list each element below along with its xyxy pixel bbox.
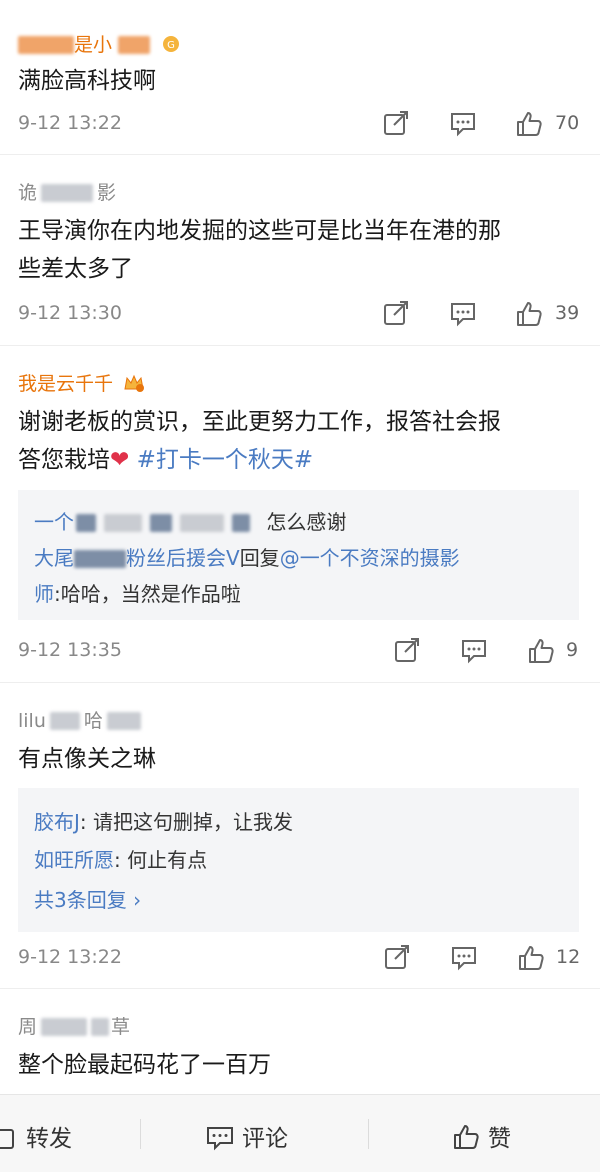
like-icon[interactable] xyxy=(517,944,545,972)
comment-time: 9-12 13:30 xyxy=(18,302,122,324)
comment-text: 有点像关之琳 xyxy=(18,746,156,772)
comment-text: 谢谢老板的赏识，至此更努力工作，报答社会报 答您栽培❤ #打卡一个秋天# xyxy=(18,409,501,473)
comment-4: lilu 哈 有点像关之琳 胶布J: 请把这句删掉，让我发 如旺所愿: 何止有点 … xyxy=(0,682,600,989)
reply-icon[interactable] xyxy=(449,300,477,328)
thumbs-up-icon xyxy=(454,1125,479,1149)
reply-line: 一个 怎么感谢 xyxy=(34,510,347,534)
heart-emoji: ❤ xyxy=(110,447,130,473)
comment-3: 我是云千千 谢谢老板的赏识，至此更努力工作，报答社会报 答您栽培❤ #打卡一个秋… xyxy=(0,345,600,683)
blurred-username xyxy=(49,712,80,730)
reply-box[interactable]: 一个 怎么感谢 大尾 粉丝后援会V回复@一个不资深的摄影 师:哈哈，当然是作品啦 xyxy=(18,490,579,620)
like-icon[interactable] xyxy=(515,300,543,328)
blurred-username xyxy=(106,712,141,730)
blurred-username xyxy=(18,36,74,54)
comment-username[interactable]: lilu 哈 xyxy=(18,706,141,733)
blurred-username xyxy=(150,514,172,532)
comment-username[interactable]: 诡影 xyxy=(18,178,116,205)
comment-meta: 9-12 13:22 70 xyxy=(0,110,600,140)
reply-icon[interactable] xyxy=(460,637,488,665)
more-replies-link[interactable]: 共3条回复 › xyxy=(34,884,569,913)
comment-time: 9-12 13:22 xyxy=(18,112,122,134)
like-count: 39 xyxy=(555,302,580,324)
comment-text: 整个脸最起码花了一百万 xyxy=(18,1052,271,1078)
like-icon[interactable] xyxy=(527,637,555,665)
blurred-username xyxy=(76,514,96,532)
bar-divider xyxy=(368,1119,369,1149)
hashtag-link[interactable]: #打卡一个秋天# xyxy=(137,447,314,473)
comment-text: 满脸高科技啊 xyxy=(18,68,156,94)
comment-meta: 9-12 13:22 12 xyxy=(0,944,600,974)
comment-icon xyxy=(207,1127,233,1151)
comment-username[interactable]: 周草 xyxy=(18,1012,130,1039)
like-icon[interactable] xyxy=(515,110,543,138)
like-count: 70 xyxy=(555,112,580,134)
share-icon[interactable] xyxy=(393,637,421,665)
reply-box[interactable]: 胶布J: 请把这句删掉，让我发 如旺所愿: 何止有点 共3条回复 › xyxy=(18,788,579,932)
blurred-username xyxy=(41,1018,88,1036)
comment-2: 诡影 王导演你在内地发掘的这些可是比当年在港的那 些差太多了 9-12 13:3… xyxy=(0,154,600,346)
repost-button[interactable]: 转发 xyxy=(0,1119,72,1152)
bar-divider xyxy=(140,1119,141,1149)
bottom-action-bar: 转发 评论 赞 xyxy=(0,1094,600,1172)
repost-icon xyxy=(0,1129,14,1149)
blurred-username xyxy=(118,36,151,54)
blurred-username xyxy=(104,514,142,532)
blurred-username xyxy=(74,550,126,568)
reply-icon[interactable] xyxy=(450,944,478,972)
like-count: 9 xyxy=(566,639,579,661)
comment-1: 是小 G 满脸高科技啊 9-12 13:22 70 xyxy=(0,0,600,155)
blurred-username xyxy=(232,514,250,532)
reply-line: 大尾 粉丝后援会V回复@一个不资深的摄影 xyxy=(34,546,460,570)
comment-meta: 9-12 13:30 39 xyxy=(0,300,600,330)
comment-time: 9-12 13:22 xyxy=(18,946,122,968)
reply-icon[interactable] xyxy=(449,110,477,138)
reply-line: 师:哈哈，当然是作品啦 xyxy=(34,582,241,606)
vip-badge-icon: G xyxy=(163,36,180,52)
blurred-username xyxy=(41,184,94,202)
like-button[interactable]: 赞 xyxy=(452,1119,511,1152)
comment-username[interactable]: 我是云千千 xyxy=(18,369,145,396)
comment-text: 王导演你在内地发掘的这些可是比当年在港的那 些差太多了 xyxy=(18,218,501,282)
blurred-username xyxy=(91,1018,110,1036)
share-icon[interactable] xyxy=(382,300,410,328)
like-count: 12 xyxy=(556,946,581,968)
comment-username[interactable]: 是小 G xyxy=(18,30,182,57)
comment-time: 9-12 13:35 xyxy=(18,639,122,661)
comment-button[interactable]: 评论 xyxy=(206,1119,288,1152)
share-icon[interactable] xyxy=(383,944,411,972)
crown-badge-icon xyxy=(124,374,145,392)
reply-line: 如旺所愿: 何止有点 xyxy=(34,848,208,872)
blurred-username xyxy=(180,514,224,532)
comment-5: 周草 整个脸最起码花了一百万 xyxy=(0,988,600,1094)
comment-meta: 9-12 13:35 9 xyxy=(0,637,600,667)
share-icon[interactable] xyxy=(382,110,410,138)
reply-line: 胶布J: 请把这句删掉，让我发 xyxy=(34,810,294,834)
svg-text:G: G xyxy=(167,40,175,51)
